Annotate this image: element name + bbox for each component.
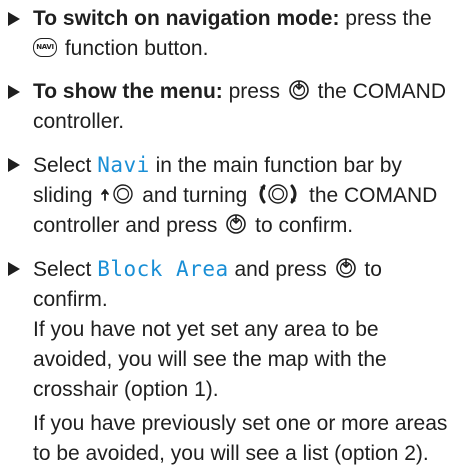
step-text: and press [228,258,327,281]
triangle-bullet-icon [8,262,20,276]
step-text: press [222,80,280,103]
step-text: to confirm. [249,214,354,237]
slide-up-controller-icon [101,184,134,205]
navi-function-button-icon: NAVI [33,37,57,57]
press-controller-icon [226,214,247,235]
triangle-bullet-icon [8,158,20,172]
step-main-line: Select Block Area and press to confirm. [33,254,455,315]
step-text: function button. [59,37,209,60]
step-text: press the [339,7,432,30]
note-option-1: If you have not yet set any area to be a… [33,318,387,401]
step-switch-on-navigation: To switch on navigation mode: press the … [8,4,455,64]
step-text: Select [33,258,98,281]
press-controller-icon [289,80,309,101]
step-select-block-area: Select Block Area and press to confirm. … [8,254,455,469]
triangle-bullet-icon [8,85,20,99]
step-label: To show the menu: [33,80,223,103]
note-option-2: If you have previously set one or more a… [33,412,448,465]
triangle-bullet-icon [8,12,20,26]
step-text: Select [33,154,98,177]
step-show-menu: To show the menu: press the COMAND contr… [8,77,455,137]
display-item-navi: Navi [97,153,150,177]
step-label: To switch on navigation mode: [33,7,340,30]
turn-controller-icon [259,184,297,205]
step-text: and turning [136,184,248,207]
instruction-page: To switch on navigation mode: press the … [0,0,461,467]
press-controller-icon [335,258,356,279]
display-item-block-area: Block Area [97,257,229,281]
step-select-navi: Select Navi in the main function bar by … [8,150,455,241]
